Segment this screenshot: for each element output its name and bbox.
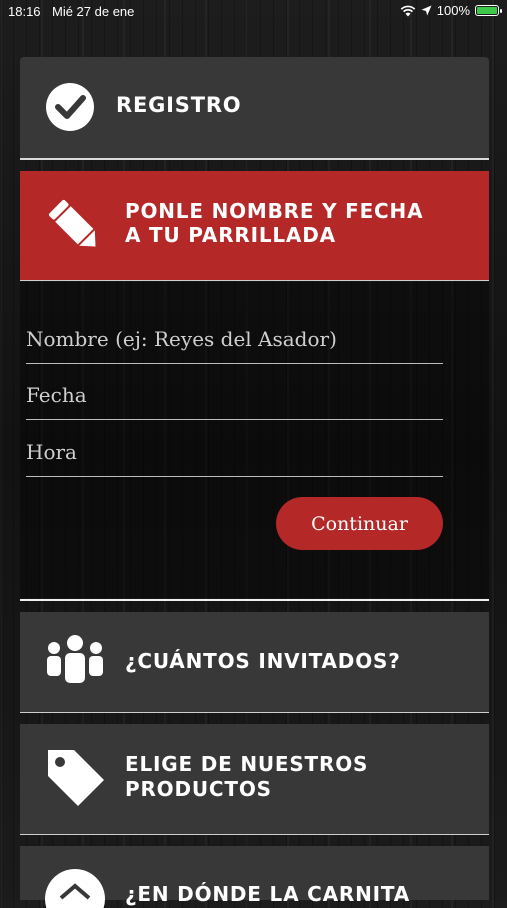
people-group-icon: [47, 635, 103, 683]
continue-button[interactable]: Continuar: [276, 497, 443, 550]
step-productos-title-line2: PRODUCTOS: [125, 777, 272, 801]
divider: [20, 599, 489, 601]
step-invitados[interactable]: ¿CUÁNTOS INVITADOS?: [20, 612, 489, 712]
location-arrow-icon: [421, 5, 432, 16]
step-registro[interactable]: REGISTRO: [20, 57, 489, 158]
divider: [20, 158, 489, 160]
name-field: [26, 308, 443, 364]
wifi-icon: [400, 5, 416, 16]
status-bar: 18:16 Mié 27 de ene 100%: [0, 0, 507, 24]
check-circle-icon: [46, 83, 94, 131]
time-field: [26, 421, 443, 477]
step-productos[interactable]: ELIGE DE NUESTROS PRODUCTOS: [20, 724, 489, 834]
step-carnita[interactable]: ¿EN DÓNDE LA CARNITA: [20, 846, 489, 908]
step-parrillada-title-line2: A TU PARRILLADA: [125, 223, 336, 247]
divider: [20, 280, 489, 281]
step-parrillada[interactable]: PONLE NOMBRE Y FECHA A TU PARRILLADA: [20, 171, 489, 280]
step-productos-title-line1: ELIGE DE NUESTROS: [125, 752, 369, 776]
pencil-icon: [48, 199, 96, 247]
date-input[interactable]: [26, 383, 443, 407]
name-input[interactable]: [26, 327, 443, 351]
divider: [20, 834, 489, 835]
price-tag-icon: [48, 750, 104, 806]
status-time: 18:16: [8, 4, 41, 19]
time-input[interactable]: [26, 440, 443, 464]
date-field: [26, 364, 443, 420]
status-right-group: 100%: [400, 3, 502, 18]
step-registro-title: REGISTRO: [116, 93, 242, 117]
battery-icon: [475, 5, 502, 16]
status-date: Mié 27 de ene: [52, 4, 135, 19]
step-parrillada-title-line1: PONLE NOMBRE Y FECHA: [125, 199, 424, 223]
step-carnita-title: ¿EN DÓNDE LA CARNITA: [125, 882, 411, 906]
battery-percent: 100%: [436, 3, 470, 18]
house-icon: [45, 869, 105, 908]
divider: [20, 712, 489, 713]
step-invitados-title: ¿CUÁNTOS INVITADOS?: [125, 649, 401, 673]
